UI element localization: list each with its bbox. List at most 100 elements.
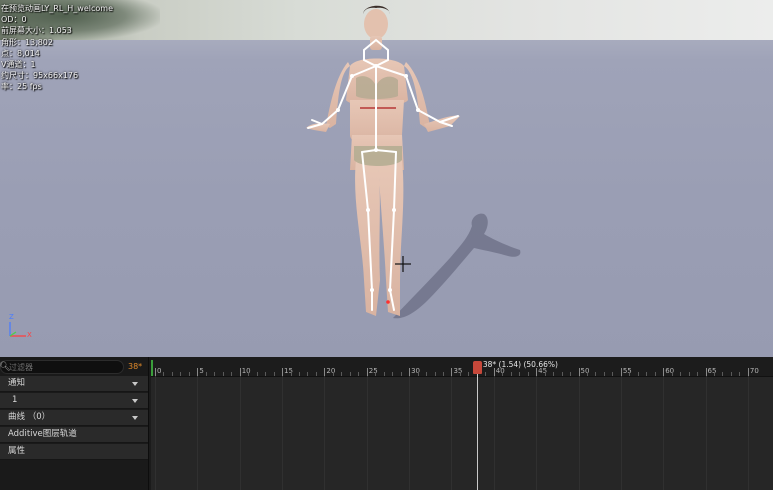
ruler-minor-tick bbox=[163, 372, 165, 376]
current-frame-badge: 38* bbox=[128, 362, 143, 371]
ruler-minor-tick bbox=[442, 372, 444, 376]
timeline-gridline bbox=[366, 376, 368, 490]
ruler-minor-tick bbox=[171, 372, 173, 376]
ruler-minor-tick bbox=[459, 372, 461, 376]
ruler-minor-tick bbox=[671, 372, 673, 376]
timeline-gridline bbox=[324, 376, 326, 490]
ruler-major-tick bbox=[324, 368, 326, 376]
timeline-gridline bbox=[620, 376, 622, 490]
ruler-minor-tick bbox=[383, 372, 385, 376]
ruler-minor-tick bbox=[730, 372, 732, 376]
dropdown-arrow-icon[interactable] bbox=[132, 416, 138, 420]
ruler-minor-tick bbox=[205, 372, 207, 376]
ruler-minor-tick bbox=[553, 372, 555, 376]
track-attributes[interactable]: 属性 bbox=[0, 444, 148, 460]
ruler-major-tick bbox=[409, 368, 411, 376]
ruler-minor-tick bbox=[341, 372, 343, 376]
ruler-minor-tick bbox=[714, 372, 716, 376]
ruler-minor-tick bbox=[485, 372, 487, 376]
ruler-minor-tick bbox=[222, 372, 224, 376]
playhead-label: 38* (1.54) (50.66%) bbox=[482, 360, 558, 369]
ruler-minor-tick bbox=[654, 372, 656, 376]
timeline-gridline bbox=[409, 376, 411, 490]
track-curves[interactable]: 曲线 （0） bbox=[0, 410, 148, 426]
ruler-tick-label: 25 bbox=[368, 367, 378, 375]
start-marker bbox=[151, 360, 153, 376]
timeline-gridline bbox=[578, 376, 580, 490]
dropdown-arrow-icon[interactable] bbox=[132, 399, 138, 403]
ruler-minor-tick bbox=[603, 372, 605, 376]
track-notify-1[interactable]: 1 bbox=[0, 393, 148, 409]
ruler-major-tick bbox=[197, 368, 199, 376]
ruler-minor-tick bbox=[231, 372, 233, 376]
ruler-minor-tick bbox=[680, 372, 682, 376]
ruler-minor-tick bbox=[392, 372, 394, 376]
timeline-area[interactable]: 0 5 10 15 20 25 30 35 40 45 50 55 60 65 70 38* (1.54) … bbox=[151, 357, 773, 490]
animation-viewport[interactable]: 在预览动画LY_RL_H_welcome OD：0 前屏幕大小：1.053 角形… bbox=[0, 0, 773, 357]
timeline-gridline bbox=[282, 376, 284, 490]
ruler-tick-label: 20 bbox=[326, 367, 336, 375]
dropdown-arrow-icon[interactable] bbox=[132, 382, 138, 386]
track-label: Additive图层轨道 bbox=[8, 429, 77, 439]
timeline-gridline bbox=[239, 376, 241, 490]
ruler-major-tick bbox=[578, 368, 580, 376]
ruler-minor-tick bbox=[646, 372, 648, 376]
ruler-minor-tick bbox=[400, 372, 402, 376]
ruler-tick-label: 50 bbox=[580, 367, 590, 375]
playhead-line bbox=[476, 361, 478, 490]
timeline-gridline bbox=[705, 376, 707, 490]
ruler-minor-tick bbox=[273, 372, 275, 376]
ruler-major-tick bbox=[705, 368, 707, 376]
ruler-major-tick bbox=[747, 368, 749, 376]
timeline-gridline bbox=[197, 376, 199, 490]
ruler-minor-tick bbox=[510, 372, 512, 376]
ruler-minor-tick bbox=[527, 372, 529, 376]
time-ruler[interactable]: 0 5 10 15 20 25 30 35 40 45 50 55 60 65 70 bbox=[151, 357, 773, 377]
filter-input[interactable] bbox=[9, 361, 119, 373]
ruler-minor-tick bbox=[349, 372, 351, 376]
timeline-gridline bbox=[155, 376, 156, 490]
gizmo-x-label: X bbox=[27, 331, 32, 339]
ruler-minor-tick bbox=[358, 372, 360, 376]
ruler-minor-tick bbox=[248, 372, 250, 376]
track-label: 属性 bbox=[8, 446, 26, 456]
ruler-tick-label: 10 bbox=[241, 367, 251, 375]
ruler-minor-tick bbox=[256, 372, 258, 376]
ruler-minor-tick bbox=[468, 372, 470, 376]
ruler-minor-tick bbox=[315, 372, 317, 376]
ruler-major-tick bbox=[239, 368, 241, 376]
character-preview[interactable] bbox=[0, 0, 773, 357]
ruler-minor-tick bbox=[434, 372, 436, 376]
track-additive-layers[interactable]: Additive图层轨道 bbox=[0, 427, 148, 443]
timeline-gridline bbox=[663, 376, 665, 490]
ruler-minor-tick bbox=[502, 372, 504, 376]
ruler-major-tick bbox=[366, 368, 368, 376]
ruler-minor-tick bbox=[180, 372, 182, 376]
ruler-minor-tick bbox=[637, 372, 639, 376]
ruler-major-tick bbox=[493, 368, 495, 376]
track-notifies[interactable]: 通知 bbox=[0, 376, 148, 392]
ruler-tick-label: 60 bbox=[665, 367, 675, 375]
filter-box[interactable]: 🔍︎ bbox=[0, 360, 124, 374]
track-label: 曲线 （0） bbox=[8, 412, 51, 422]
timeline-gridline bbox=[451, 376, 453, 490]
ruler-minor-tick bbox=[722, 372, 724, 376]
ruler-minor-tick bbox=[332, 372, 334, 376]
ruler-minor-tick bbox=[586, 372, 588, 376]
root-bone-marker bbox=[386, 300, 390, 304]
ruler-major-tick bbox=[155, 368, 156, 376]
track-label: 通知 bbox=[8, 378, 26, 388]
ruler-minor-tick bbox=[290, 372, 292, 376]
ruler-minor-tick bbox=[188, 372, 190, 376]
ruler-major-tick bbox=[536, 368, 538, 376]
ruler-minor-tick bbox=[307, 372, 309, 376]
ruler-major-tick bbox=[282, 368, 284, 376]
ruler-tick-label: 70 bbox=[749, 367, 759, 375]
ruler-minor-tick bbox=[697, 372, 699, 376]
gizmo-z-label: Z bbox=[9, 313, 14, 321]
playhead-handle[interactable] bbox=[472, 361, 482, 374]
ruler-tick-label: 55 bbox=[622, 367, 632, 375]
ruler-tick-label: 0 bbox=[157, 367, 162, 375]
ruler-minor-tick bbox=[265, 372, 267, 376]
ruler-minor-tick bbox=[561, 372, 563, 376]
